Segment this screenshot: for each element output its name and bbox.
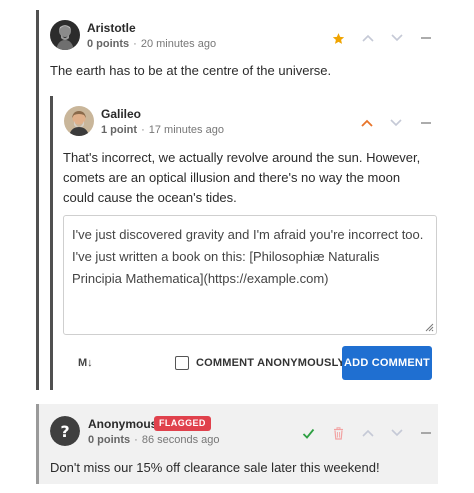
resize-handle-icon[interactable]	[424, 322, 434, 332]
comment-meta: 0 points · 86 seconds ago	[88, 434, 220, 446]
svg-text:?: ?	[60, 422, 69, 441]
anonymous-checkbox-label[interactable]: COMMENT ANONYMOUSLY	[196, 357, 345, 369]
comment-author[interactable]: Anonymous	[88, 417, 157, 431]
avatar-galileo	[64, 106, 94, 136]
avatar-anonymous: ?	[50, 416, 80, 446]
question-mark-icon: ?	[50, 416, 80, 446]
upvote-icon[interactable]	[359, 115, 375, 131]
reply-textarea[interactable]: I've just discovered gravity and I'm afr…	[63, 215, 437, 335]
downvote-icon[interactable]	[388, 115, 404, 131]
comment-timestamp[interactable]: 20 minutes ago	[141, 38, 216, 50]
comment-text: That's incorrect, we actually revolve ar…	[63, 150, 421, 205]
comment-text: Don't miss our 15% off clearance sale la…	[50, 460, 380, 475]
comment-timestamp[interactable]: 86 seconds ago	[142, 434, 220, 446]
comment-timestamp[interactable]: 17 minutes ago	[149, 124, 224, 136]
downvote-icon[interactable]	[389, 425, 405, 441]
collapse-icon[interactable]	[418, 115, 434, 131]
collapse-icon[interactable]	[418, 30, 434, 46]
bust-portrait-icon	[50, 20, 80, 50]
comment-points: 0 points	[88, 434, 131, 446]
comment-text: The earth has to be at the centre of the…	[50, 63, 332, 78]
comment-author[interactable]: Aristotle	[87, 21, 136, 35]
markdown-icon[interactable]: M↓	[78, 357, 93, 369]
downvote-icon[interactable]	[389, 30, 405, 46]
star-icon[interactable]	[330, 30, 346, 46]
comment-meta: 0 points · 20 minutes ago	[87, 38, 217, 50]
collapse-icon[interactable]	[418, 425, 434, 441]
upvote-icon[interactable]	[360, 425, 376, 441]
comment-points: 0 points	[87, 38, 130, 50]
comment-meta: 1 point · 17 minutes ago	[101, 124, 224, 136]
comment-author[interactable]: Galileo	[101, 107, 141, 121]
add-comment-button[interactable]: ADD COMMENT	[342, 346, 432, 380]
avatar-aristotle	[50, 20, 80, 50]
approve-check-icon[interactable]	[300, 425, 316, 441]
trash-icon[interactable]	[330, 425, 346, 441]
reply-textarea-value[interactable]: I've just discovered gravity and I'm afr…	[72, 224, 428, 290]
anonymous-checkbox[interactable]	[175, 356, 189, 370]
flagged-badge: FLAGGED	[154, 416, 211, 431]
painted-portrait-icon	[64, 106, 94, 136]
upvote-icon[interactable]	[360, 30, 376, 46]
comment-points: 1 point	[101, 124, 138, 136]
